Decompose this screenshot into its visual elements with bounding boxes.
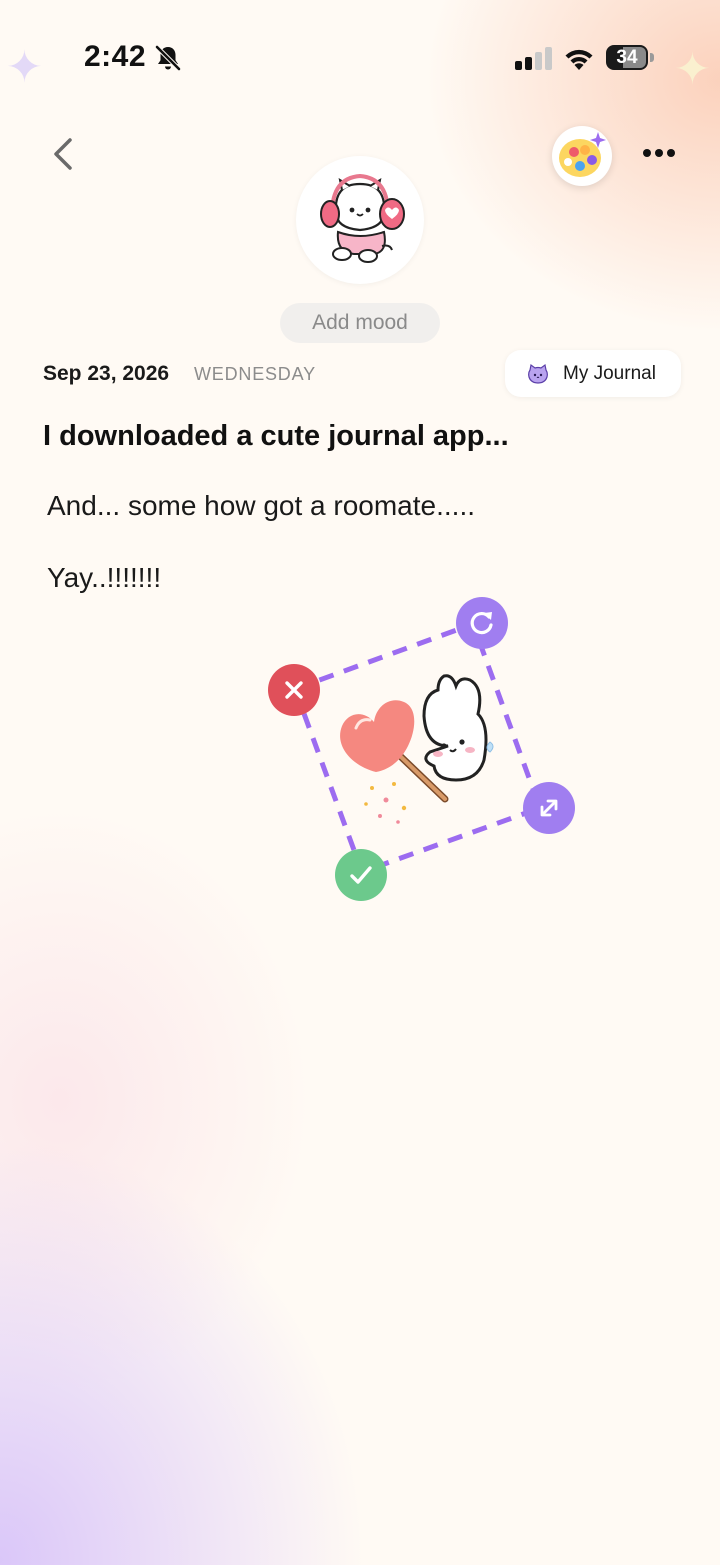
ellipsis-icon[interactable] — [640, 140, 680, 166]
palette-icon — [559, 132, 606, 177]
battery-level: 34 — [616, 47, 638, 68]
entry-date[interactable]: Sep 23, 2026 — [43, 362, 169, 386]
bell-slash-icon — [155, 45, 181, 71]
chevron-left-icon[interactable] — [44, 132, 84, 176]
battery-icon: 34 — [606, 45, 654, 72]
close-icon — [285, 681, 303, 699]
status-time: 2:42 — [84, 40, 147, 73]
wifi-icon — [565, 49, 593, 70]
journal-label: My Journal — [563, 363, 656, 384]
bunny-with-heart-wand-sticker[interactable] — [340, 674, 494, 824]
add-mood-button[interactable]: Add mood — [280, 303, 440, 343]
cellular-signal-icon — [515, 47, 552, 70]
checkmark-icon — [350, 866, 372, 884]
cat-face-icon — [528, 363, 548, 384]
palette-button[interactable] — [552, 126, 612, 186]
sticker-selection[interactable] — [270, 596, 576, 904]
mood-avatar[interactable] — [296, 156, 424, 284]
resize-sticker-button[interactable] — [523, 782, 575, 834]
sparkle-decoration: ✦ — [6, 43, 43, 92]
entry-weekday: WEDNESDAY — [194, 364, 316, 384]
sparkle-decoration: ✦ — [674, 45, 711, 94]
rotate-sticker-button[interactable] — [456, 597, 508, 649]
journal-selector[interactable]: My Journal — [505, 350, 681, 397]
entry-title[interactable]: I downloaded a cute journal app... — [43, 420, 509, 453]
entry-body-line[interactable]: And... some how got a roomate..... — [47, 490, 475, 522]
delete-sticker-button[interactable] — [268, 664, 320, 716]
entry-body-line[interactable]: Yay..!!!!!!! — [47, 562, 161, 594]
resize-arrows-icon — [540, 799, 558, 817]
bear-headphones-sticker — [320, 173, 405, 263]
confirm-sticker-button[interactable] — [335, 849, 387, 901]
rotate-icon — [470, 612, 493, 635]
